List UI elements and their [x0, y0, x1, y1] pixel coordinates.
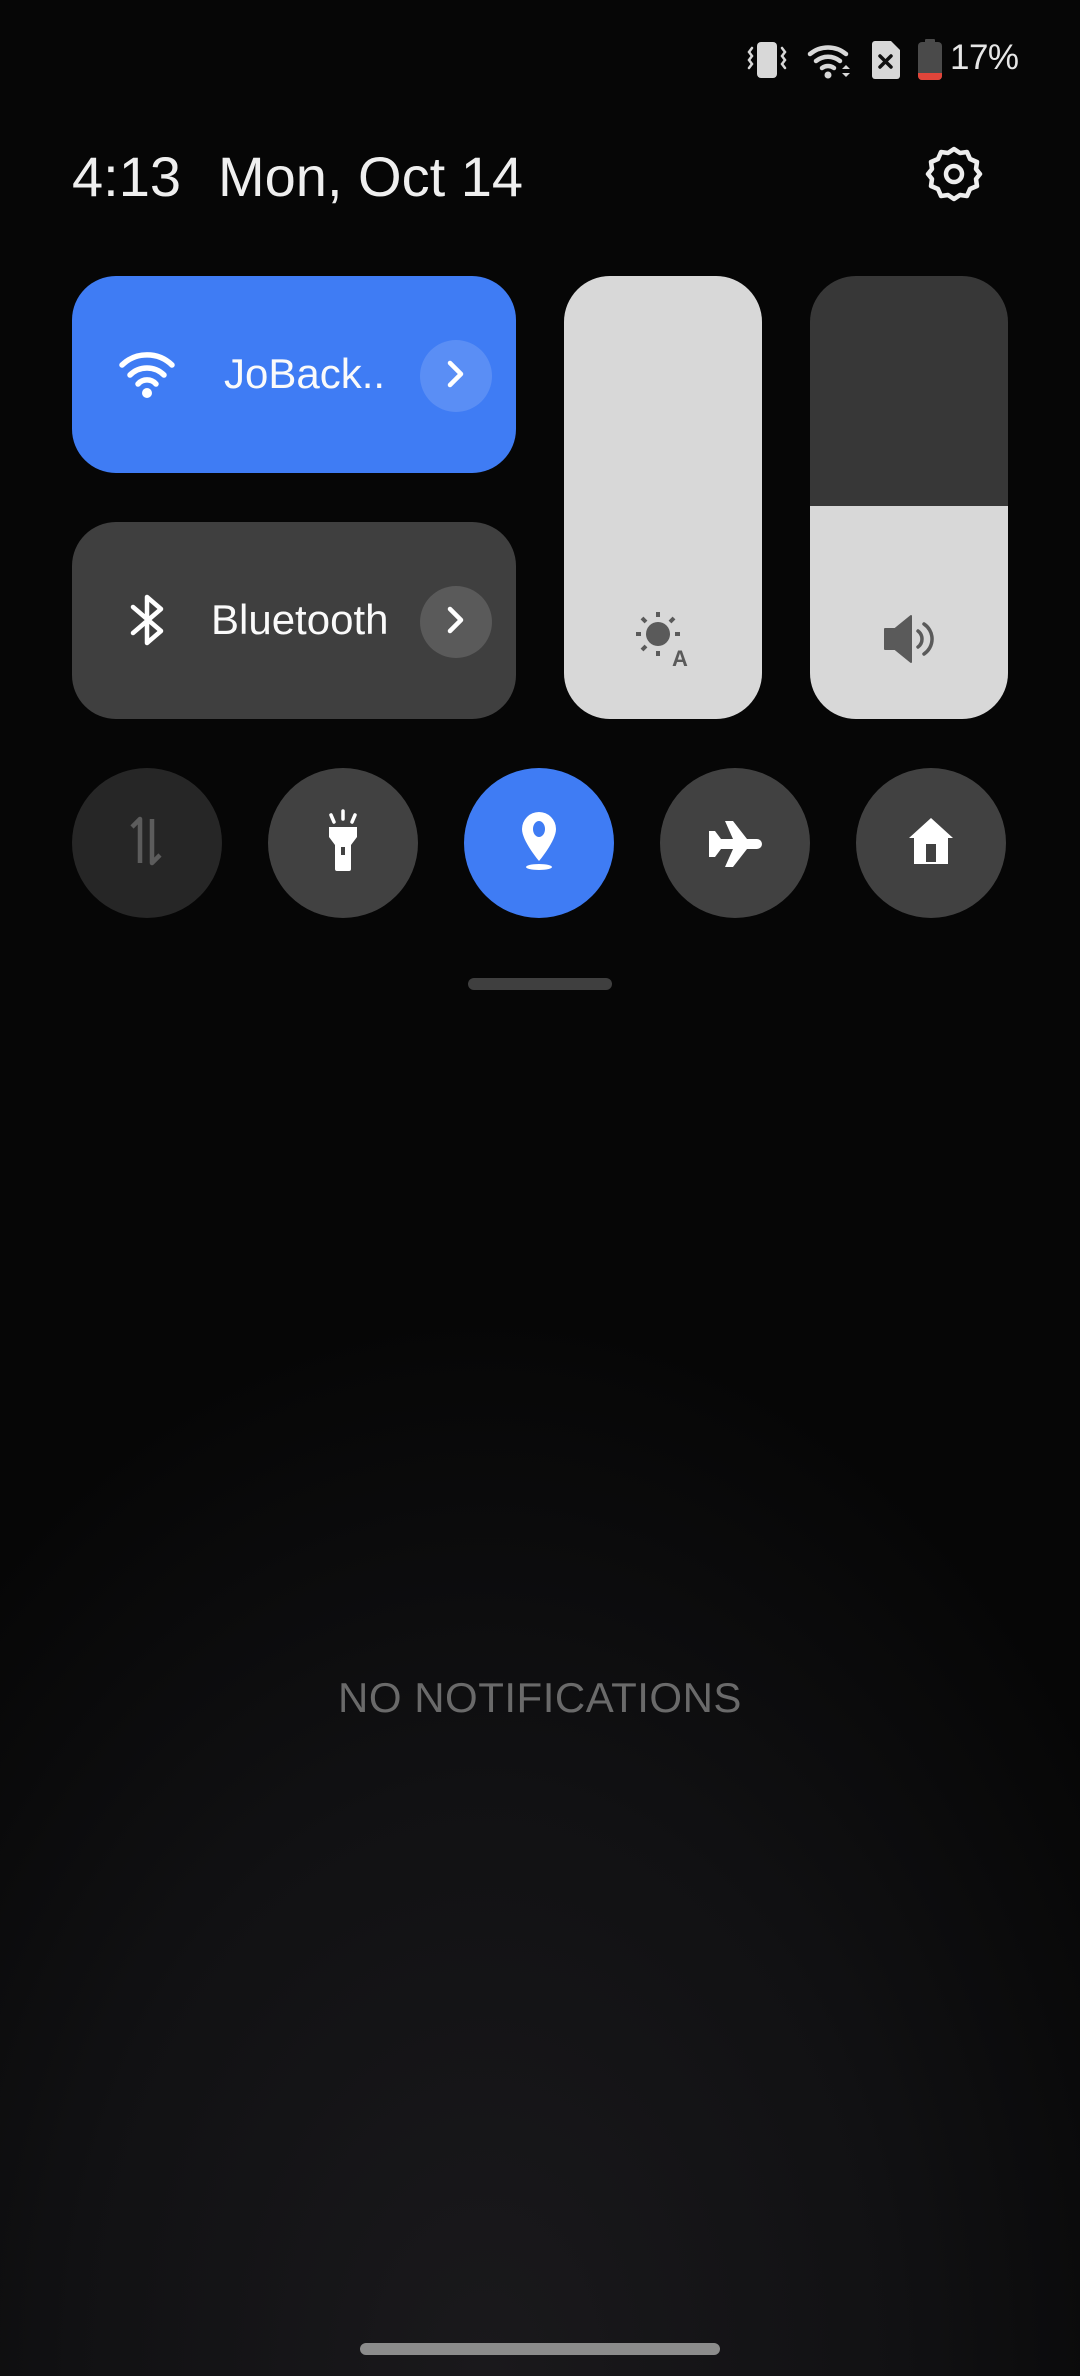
- wifi-tile[interactable]: JoBack..: [72, 276, 516, 473]
- no-sim-icon: [868, 38, 904, 87]
- location-toggle[interactable]: [464, 768, 614, 918]
- location-pin-icon: [514, 809, 564, 878]
- status-bar: 17%: [0, 0, 1080, 100]
- wifi-icon: [806, 38, 854, 87]
- flashlight-toggle[interactable]: [268, 768, 418, 918]
- mobile-data-toggle[interactable]: [72, 768, 222, 918]
- wifi-icon: [112, 334, 182, 414]
- brightness-slider[interactable]: A: [564, 276, 762, 719]
- gesture-navigation-bar[interactable]: [360, 2343, 720, 2355]
- volume-slider[interactable]: [810, 276, 1008, 719]
- bluetooth-tile[interactable]: Bluetooth: [72, 522, 516, 719]
- vibrate-icon: [745, 38, 789, 87]
- panel-drag-handle[interactable]: [468, 978, 612, 990]
- chevron-right-icon: [444, 359, 468, 394]
- data-arrows-icon: [122, 813, 172, 874]
- svg-text:A: A: [672, 646, 688, 671]
- date-label[interactable]: Mon, Oct 14: [218, 144, 523, 209]
- home-toggle[interactable]: [856, 768, 1006, 918]
- settings-button[interactable]: [920, 142, 988, 210]
- auto-brightness-icon: A: [564, 604, 762, 674]
- home-icon: [904, 814, 958, 873]
- chevron-right-icon: [444, 605, 468, 640]
- wifi-details-button[interactable]: [420, 340, 492, 412]
- gear-icon: [924, 144, 984, 209]
- bluetooth-details-button[interactable]: [420, 586, 492, 658]
- flashlight-icon: [321, 808, 365, 878]
- battery-low-icon: [917, 38, 943, 87]
- wifi-network-name: JoBack..: [224, 350, 386, 397]
- battery-percentage: 17%: [950, 38, 1019, 77]
- no-notifications-label: NO NOTIFICATIONS: [338, 1674, 742, 1721]
- airplane-icon: [703, 809, 767, 878]
- bluetooth-label: Bluetooth: [211, 596, 389, 643]
- clock-time[interactable]: 4:13: [72, 144, 181, 209]
- airplane-mode-toggle[interactable]: [660, 768, 810, 918]
- bluetooth-icon: [112, 580, 182, 660]
- speaker-icon: [810, 604, 1008, 674]
